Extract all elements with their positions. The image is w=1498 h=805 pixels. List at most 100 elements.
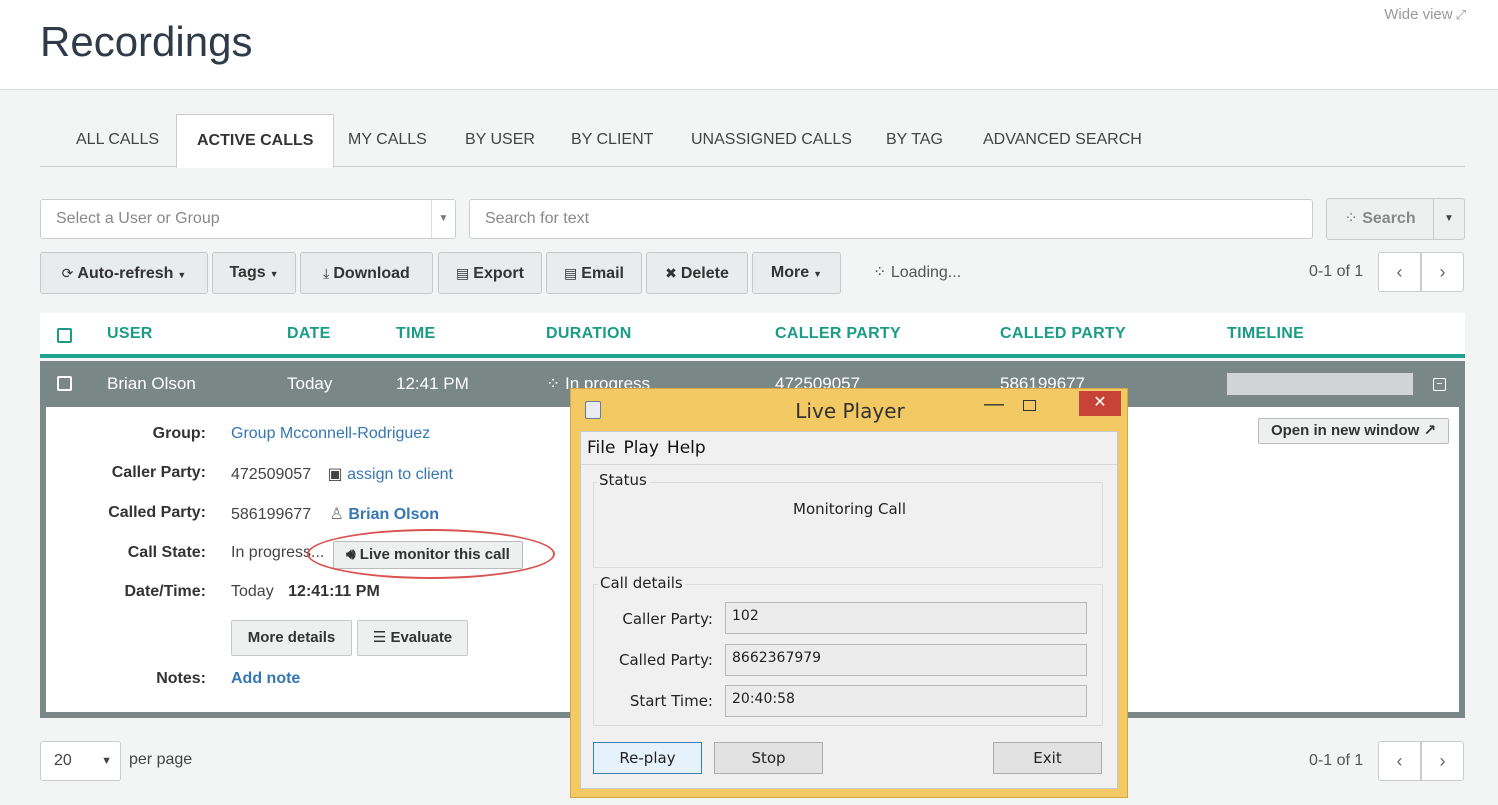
highlight-ellipse	[307, 529, 555, 579]
wide-view-label: Wide view	[1384, 6, 1453, 23]
menu-divider	[581, 464, 1117, 465]
select-all-checkbox[interactable]	[57, 328, 72, 343]
group-link[interactable]: Group Mcconnell-Rodriguez	[231, 425, 430, 443]
spinner-icon: ⁘	[546, 374, 561, 393]
refresh-icon: ⟳	[61, 265, 74, 281]
chevron-right-icon: ›	[1439, 751, 1446, 771]
auto-refresh-label: Auto-refresh	[77, 265, 174, 282]
next-page-button[interactable]: ›	[1421, 252, 1464, 292]
spinner-icon: ⁘	[873, 264, 887, 281]
download-label: Download	[333, 265, 410, 282]
caret-down-icon: ▼	[269, 269, 279, 279]
menu-help[interactable]: Help	[667, 438, 706, 458]
user-group-placeholder: Select a User or Group	[56, 210, 220, 227]
search-button-label: Search	[1362, 210, 1416, 227]
column-timeline[interactable]: TIMELINE	[1227, 325, 1304, 343]
replay-button[interactable]: Re-play	[593, 742, 702, 774]
row-time: 12:41 PM	[396, 374, 469, 393]
close-window-button[interactable]: ✕	[1079, 391, 1121, 416]
search-options-dropdown[interactable]: ▼	[1433, 198, 1465, 240]
lp-start-label: Start Time:	[629, 692, 713, 710]
page-header: Recordings Wide view ⤢	[0, 0, 1498, 90]
tab-by-client[interactable]: BY CLIENT	[551, 114, 673, 167]
live-player-body: File Play Help Status Monitoring Call Call…	[580, 431, 1118, 789]
lp-start-field[interactable]: 20:40:58	[725, 685, 1087, 717]
tab-by-user[interactable]: BY USER	[445, 114, 555, 167]
tab-all-calls[interactable]: ALL CALLS	[56, 114, 179, 167]
stop-button[interactable]: Stop	[714, 742, 823, 774]
minimize-icon[interactable]: —	[984, 393, 1004, 416]
tags-button[interactable]: Tags ▼	[212, 252, 296, 294]
user-group-select[interactable]: Select a User or Group ▼	[40, 199, 456, 239]
export-button[interactable]: ▤ Export	[438, 252, 542, 294]
tab-my-calls[interactable]: MY CALLS	[328, 114, 447, 167]
more-button[interactable]: More ▼	[752, 252, 841, 294]
column-time[interactable]: TIME	[396, 325, 435, 343]
lp-caller-field[interactable]: 102	[725, 602, 1087, 634]
called-user-link[interactable]: Brian Olson	[348, 506, 439, 523]
external-link-icon: ↗	[1423, 422, 1437, 439]
per-page-select[interactable]: 20 ▼	[40, 741, 121, 781]
footer-next-page-button[interactable]: ›	[1421, 741, 1464, 781]
column-date[interactable]: DATE	[287, 325, 331, 343]
open-new-window-button[interactable]: Open in new window ↗	[1258, 418, 1449, 444]
tab-active-calls[interactable]: ACTIVE CALLS	[176, 114, 335, 168]
tab-by-tag[interactable]: BY TAG	[866, 114, 963, 167]
column-caller-party[interactable]: CALLER PARTY	[775, 325, 901, 343]
tags-label: Tags	[229, 264, 266, 281]
audio-file-icon: ▤	[564, 265, 578, 281]
called-party-value: 586199677 ♙ Brian Olson	[231, 504, 439, 524]
search-input[interactable]: Search for text	[469, 199, 1313, 239]
tab-unassigned-calls[interactable]: UNASSIGNED CALLS	[671, 114, 872, 167]
export-label: Export	[473, 265, 524, 282]
more-details-button[interactable]: More details	[231, 620, 352, 656]
list-icon: ☰	[372, 629, 387, 646]
excel-file-icon: ▤	[456, 265, 470, 281]
wide-view-link[interactable]: Wide view ⤢	[1384, 6, 1466, 23]
menu-play[interactable]: Play	[623, 438, 658, 458]
menu-bar: File Play Help	[587, 438, 714, 458]
expand-icon: ⤢	[1455, 7, 1466, 22]
maximize-icon[interactable]	[1023, 400, 1036, 411]
group-label: Group:	[152, 425, 206, 442]
column-duration[interactable]: DURATION	[546, 325, 632, 343]
called-party-label: Called Party:	[108, 504, 206, 521]
menu-file[interactable]: File	[587, 438, 615, 458]
delete-label: Delete	[680, 265, 729, 282]
evaluate-button[interactable]: ☰ Evaluate	[357, 620, 468, 656]
exit-button[interactable]: Exit	[993, 742, 1102, 774]
chevron-right-icon: ›	[1439, 262, 1446, 282]
search-button[interactable]: ⁘ Search	[1326, 198, 1434, 240]
date-value: Today	[231, 583, 274, 600]
email-label: Email	[581, 265, 624, 282]
caret-down-icon: ▼	[813, 269, 823, 279]
caret-down-icon: ▼	[431, 200, 455, 238]
collapse-icon[interactable]: −	[1433, 378, 1446, 391]
row-checkbox[interactable]	[57, 376, 72, 391]
email-button[interactable]: ▤ Email	[546, 252, 642, 294]
pager-count: 0-1 of 1	[1309, 263, 1364, 280]
auto-refresh-button[interactable]: ⟳ Auto-refresh ▼	[40, 252, 208, 294]
table-header: USER DATE TIME DURATION CALLER PARTY CAL…	[40, 313, 1465, 358]
status-value: Monitoring Call	[793, 500, 906, 518]
column-called-party[interactable]: CALLED PARTY	[1000, 325, 1126, 343]
status-group	[593, 482, 1103, 568]
tab-advanced-search[interactable]: ADVANCED SEARCH	[963, 114, 1162, 167]
chevron-left-icon: ‹	[1396, 751, 1403, 771]
delete-button[interactable]: ✖ Delete	[646, 252, 748, 294]
caller-party-value: 472509057 ▣ assign to client	[231, 464, 453, 484]
call-details-group-label: Call details	[598, 574, 685, 592]
download-button[interactable]: ⤓ Download	[300, 252, 433, 294]
footer-prev-page-button[interactable]: ‹	[1378, 741, 1421, 781]
caller-party-label: Caller Party:	[111, 464, 206, 481]
more-label: More	[770, 264, 810, 281]
download-icon: ⤓	[323, 265, 330, 281]
chevron-left-icon: ‹	[1396, 262, 1403, 282]
prev-page-button[interactable]: ‹	[1378, 252, 1421, 292]
assign-client-link[interactable]: assign to client	[347, 466, 453, 483]
column-user[interactable]: USER	[107, 325, 153, 343]
page-title: Recordings	[40, 18, 253, 65]
add-note-link[interactable]: Add note	[231, 670, 300, 688]
open-new-window-label: Open in new window	[1270, 422, 1420, 439]
lp-called-field[interactable]: 8662367979	[725, 644, 1087, 676]
